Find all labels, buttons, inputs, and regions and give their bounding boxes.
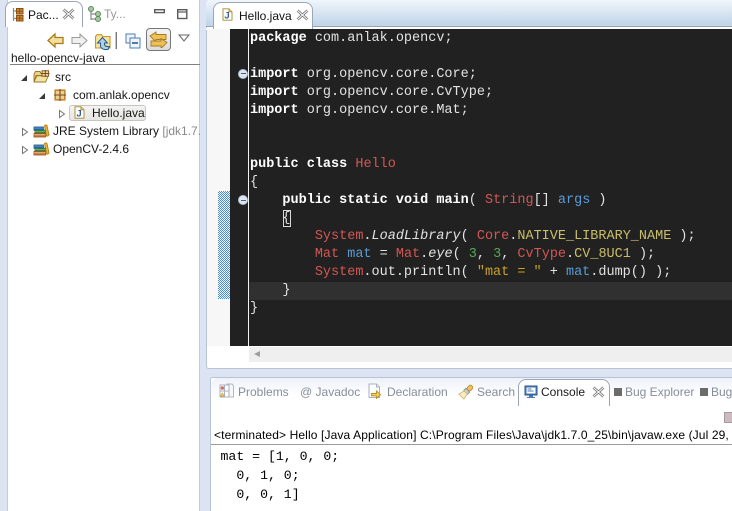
svg-text:J: J — [224, 10, 229, 21]
svg-text:J: J — [76, 108, 81, 119]
